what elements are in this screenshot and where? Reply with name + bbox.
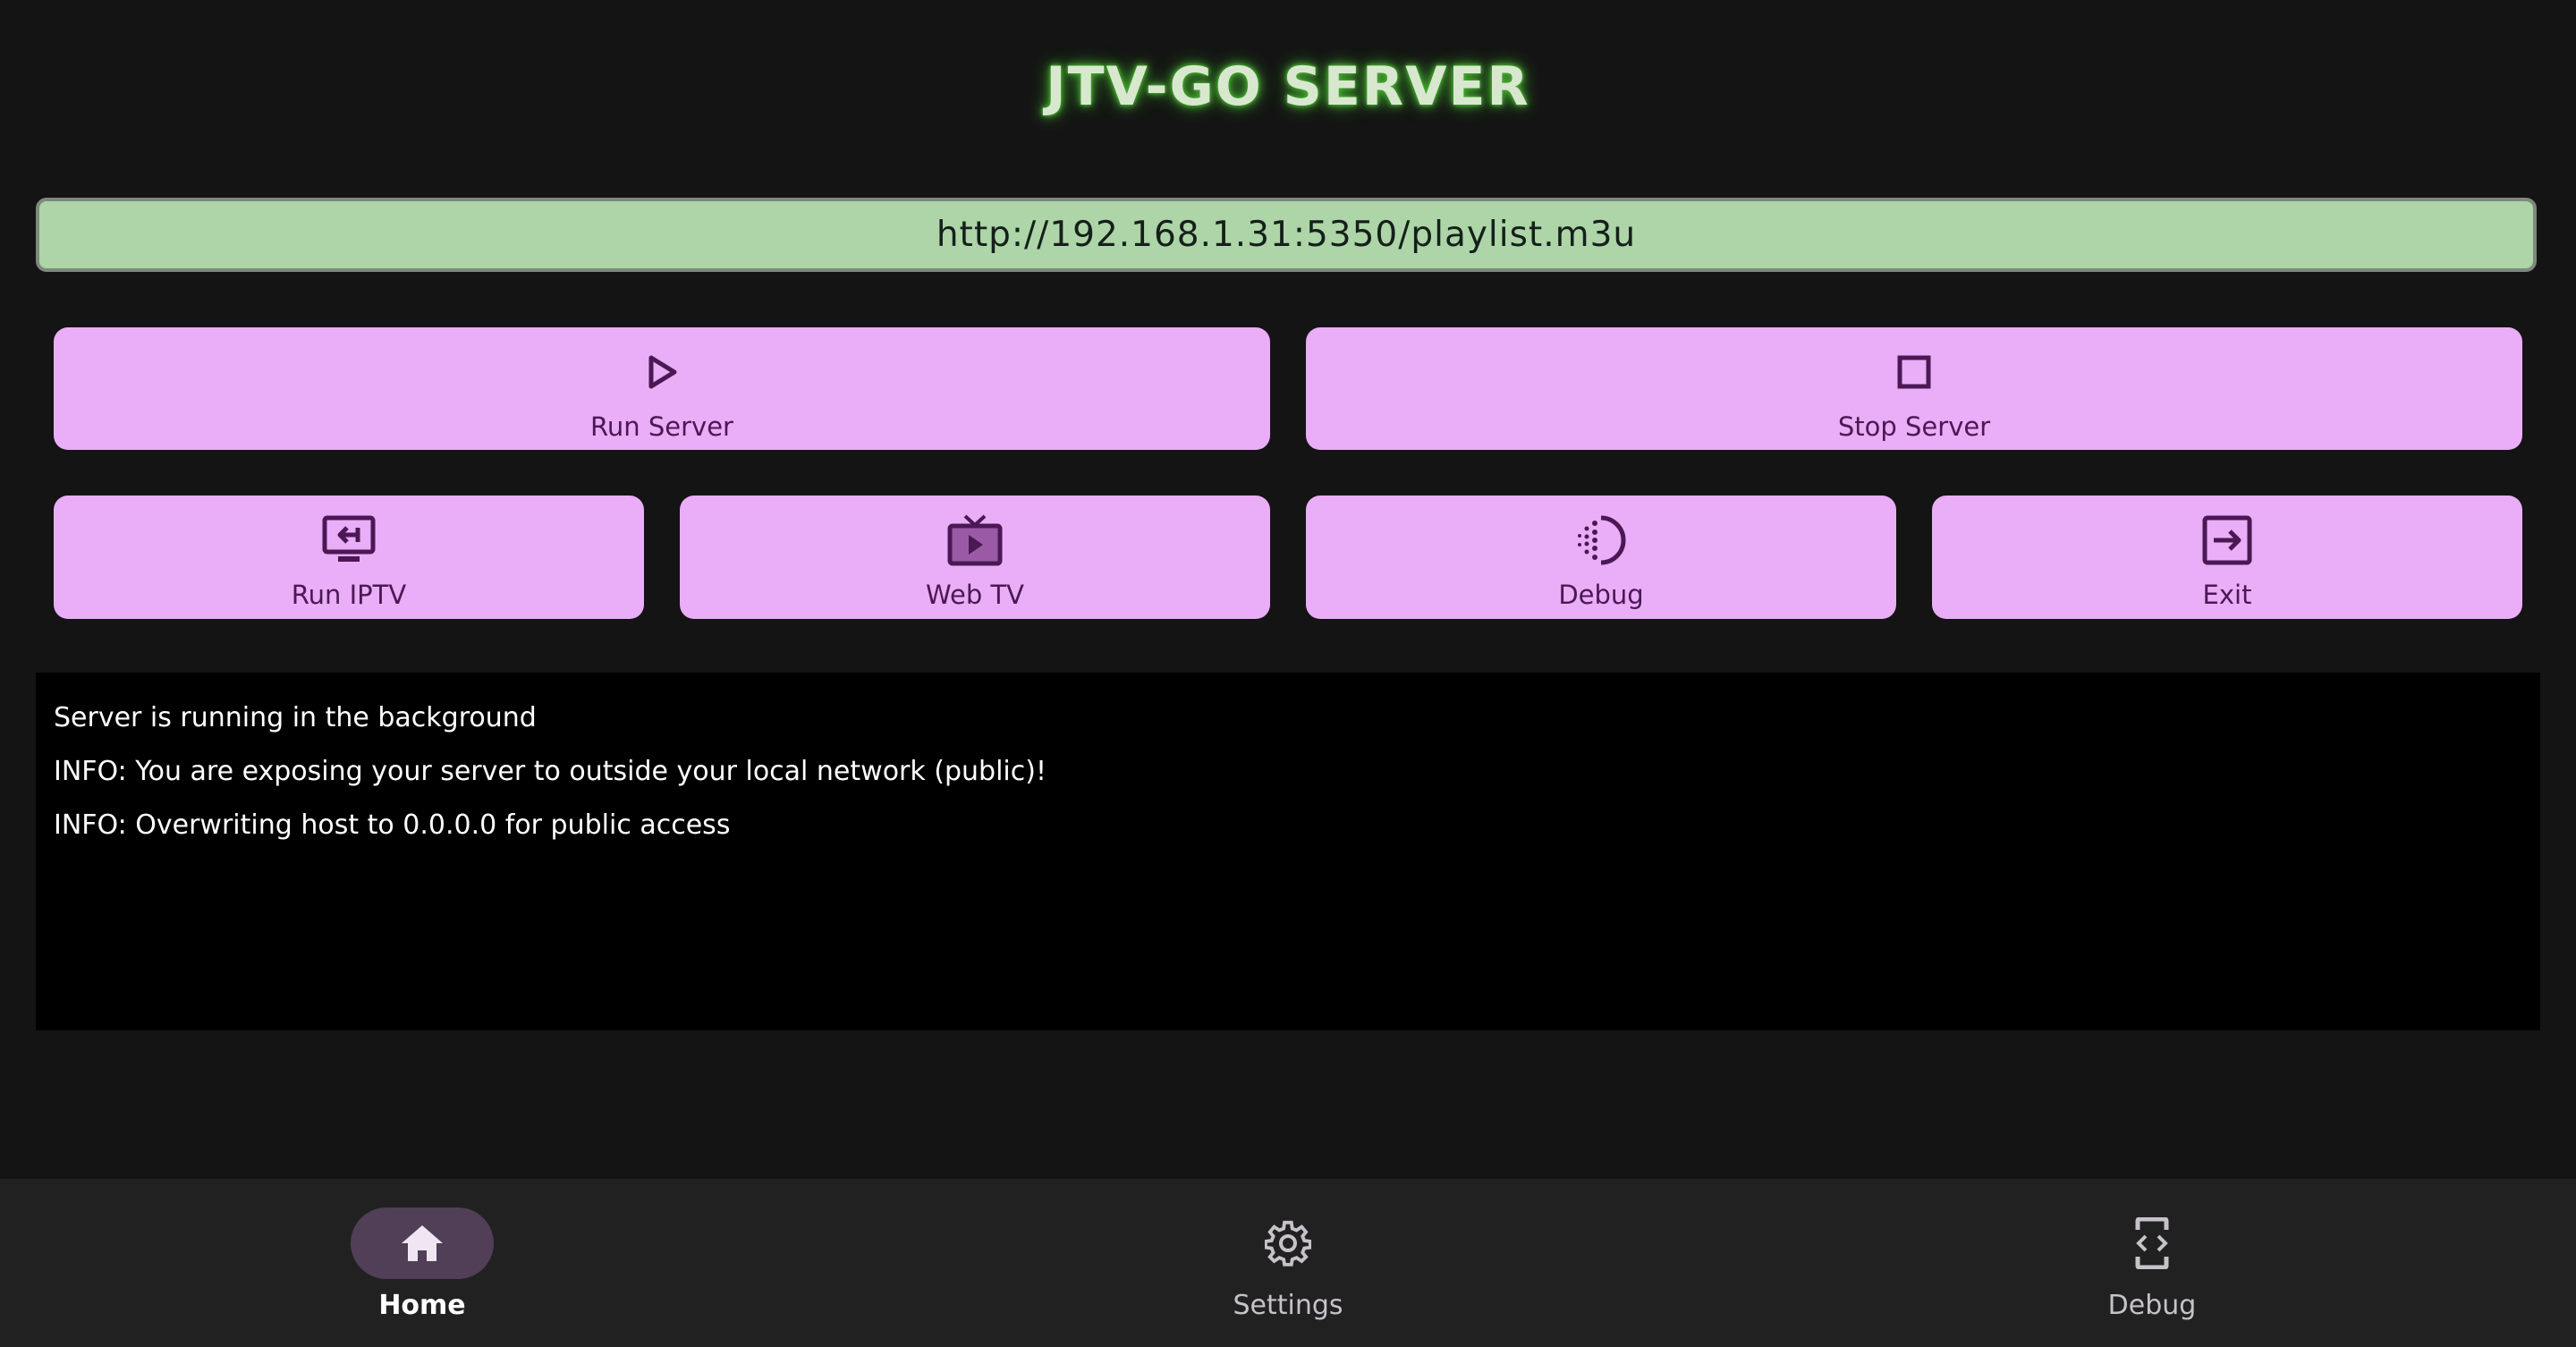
web-tv-label: Web TV: [926, 580, 1024, 610]
bottom-navigation: Home Settings Debug: [0, 1179, 2576, 1347]
page-title: JTV-GO SERVER: [1046, 55, 1530, 118]
debug-label: Debug: [1558, 580, 1644, 610]
nav-item-label: Settings: [1233, 1290, 1343, 1321]
run-iptv-button[interactable]: Run IPTV: [54, 496, 644, 619]
play-icon: [633, 343, 691, 401]
nav-item-settings[interactable]: Settings: [1109, 1179, 1467, 1347]
developer-mode-icon: [2080, 1207, 2224, 1279]
nav-item-debug[interactable]: Debug: [1973, 1179, 2331, 1347]
screen-share-icon: [320, 512, 377, 569]
stop-icon: [1885, 343, 1943, 401]
server-url-field[interactable]: http://192.168.1.31:5350/playlist.m3u: [36, 198, 2537, 272]
live-tv-icon: [946, 512, 1004, 569]
exit-label: Exit: [2202, 580, 2252, 610]
stop-server-label: Stop Server: [1837, 411, 1991, 442]
console-output: Server is running in the background INFO…: [36, 673, 2540, 1030]
run-iptv-label: Run IPTV: [291, 580, 407, 610]
web-tv-button[interactable]: Web TV: [680, 496, 1270, 619]
console-line: Server is running in the background: [54, 702, 537, 733]
run-server-label: Run Server: [590, 411, 733, 442]
home-icon: [351, 1207, 494, 1279]
app-window: JTV-GO SERVER http://192.168.1.31:5350/p…: [0, 0, 2576, 1347]
console-line: INFO: Overwriting host to 0.0.0.0 for pu…: [54, 809, 731, 841]
nav-item-home[interactable]: Home: [243, 1179, 601, 1347]
gear-icon: [1216, 1207, 1360, 1279]
console-line: INFO: You are exposing your server to ou…: [54, 756, 1046, 787]
nav-item-label: Home: [378, 1290, 466, 1321]
blur-icon: [1572, 512, 1630, 569]
stop-server-button[interactable]: Stop Server: [1306, 327, 2522, 450]
nav-item-label: Debug: [2107, 1290, 2197, 1321]
run-server-button[interactable]: Run Server: [54, 327, 1270, 450]
exit-icon: [2199, 512, 2256, 569]
exit-button[interactable]: Exit: [1932, 496, 2522, 619]
debug-button[interactable]: Debug: [1306, 496, 1896, 619]
